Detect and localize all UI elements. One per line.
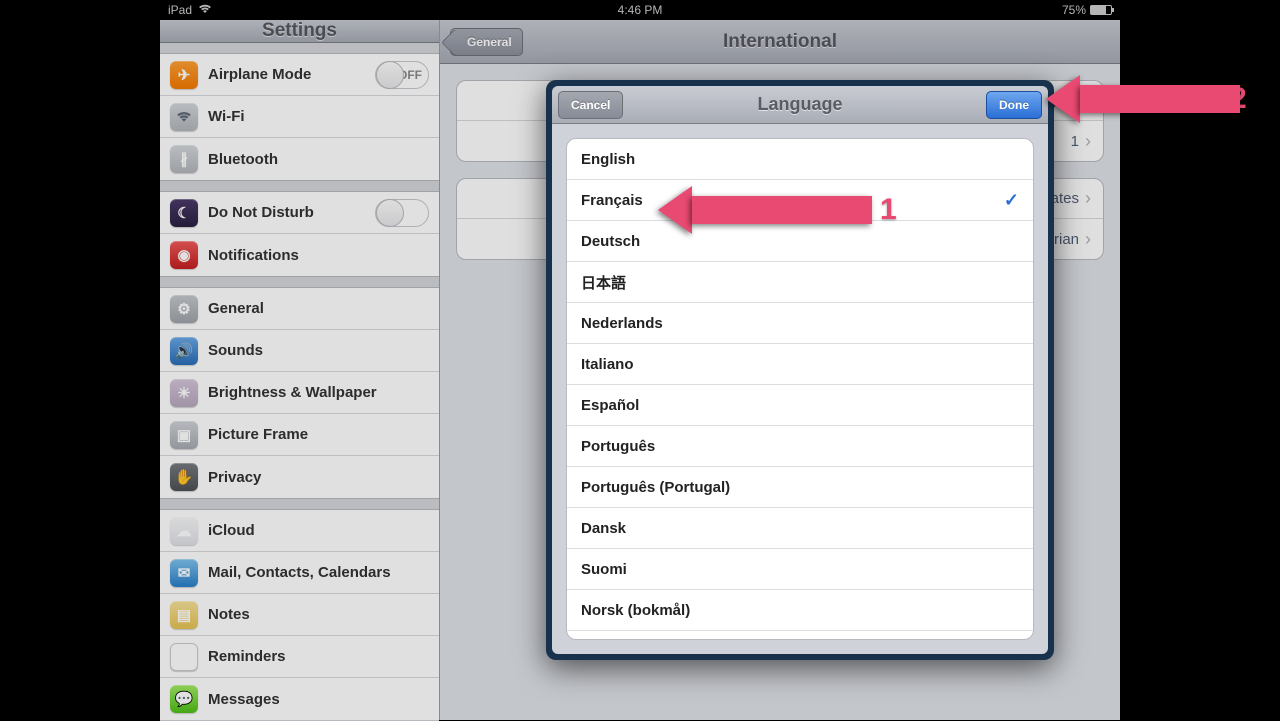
language-label: Français [581,192,643,209]
language-label: English [581,151,635,168]
dnd-toggle[interactable] [375,199,429,227]
notes-icon: ▤ [170,601,198,629]
bluetooth-icon: ∦ [170,145,198,173]
back-button[interactable]: General [450,28,523,56]
language-label: 日本語 [581,272,626,293]
language-option[interactable]: Português (Portugal) [567,467,1033,508]
language-label: Deutsch [581,233,640,250]
sidebar-item-messages[interactable]: 💬 Messages [160,678,439,720]
language-list[interactable]: English Français ✓ Deutsch 日本語 Nederlands Ital… [566,138,1034,640]
sidebar-item-airplane[interactable]: ✈ Airplane Mode OFF [160,54,439,96]
sidebar-navbar: Settings [160,20,439,43]
settings-sidebar: Settings ✈ Airplane Mode OFF Wi-Fi ∦ Blu… [160,20,440,720]
battery-icon [1090,5,1112,15]
sidebar-item-brightness[interactable]: ☀ Brightness & Wallpaper [160,372,439,414]
popover-body: English Français ✓ Deutsch 日本語 Nederlands Ital… [552,124,1048,654]
sidebar-item-label: General [208,300,429,317]
speaker-icon: 🔊 [170,337,198,365]
annotation-label: 2 [1230,82,1247,116]
sidebar-item-label: Brightness & Wallpaper [208,384,429,401]
chevron-right-icon: › [1085,229,1091,250]
language-option[interactable]: English [567,139,1033,180]
sidebar-item-general[interactable]: ⚙ General [160,288,439,330]
brightness-icon: ☀ [170,379,198,407]
reminders-icon: ☑ [170,643,198,671]
sidebar-item-label: Mail, Contacts, Calendars [208,564,429,581]
language-option[interactable]: Deutsch [567,221,1033,262]
popover-title: Language [757,94,842,115]
sidebar-item-icloud[interactable]: ☁ iCloud [160,510,439,552]
language-label: Italiano [581,356,634,373]
sidebar-item-label: Bluetooth [208,151,429,168]
language-label: Español [581,397,639,414]
wifi-settings-icon [170,103,198,131]
status-bar: iPad 4:46 PM 75% [160,0,1120,20]
ipad-screen: iPad 4:46 PM 75% Settings ✈ Airplane Mod… [160,0,1120,720]
wifi-icon [198,3,212,17]
airplane-toggle[interactable]: OFF [375,61,429,89]
sidebar-item-label: Wi-Fi [208,108,429,125]
sidebar-item-label: Picture Frame [208,426,429,443]
cloud-icon: ☁ [170,517,198,545]
sidebar-item-label: Airplane Mode [208,66,365,83]
sidebar-item-dnd[interactable]: ☾ Do Not Disturb [160,192,439,234]
language-label: Suomi [581,561,627,578]
sidebar-item-label: iCloud [208,522,429,539]
language-label: Português (Portugal) [581,479,730,496]
sidebar-item-notes[interactable]: ▤ Notes [160,594,439,636]
sidebar-item-label: Privacy [208,469,429,486]
sidebar-item-reminders[interactable]: ☑ Reminders [160,636,439,678]
sidebar-item-mail[interactable]: ✉ Mail, Contacts, Calendars [160,552,439,594]
clock: 4:46 PM [618,3,663,17]
airplane-icon: ✈ [170,61,198,89]
language-label: Dansk [581,520,626,537]
checkmark-icon: ✓ [1004,190,1019,211]
gear-icon: ⚙ [170,295,198,323]
sidebar-item-label: Notifications [208,247,429,264]
mail-icon: ✉ [170,559,198,587]
language-option[interactable]: Español [567,385,1033,426]
language-option[interactable]: Português [567,426,1033,467]
language-option[interactable]: Italiano [567,344,1033,385]
row-value: 1 [1071,133,1079,150]
language-label: Norsk (bokmål) [581,602,690,619]
moon-icon: ☾ [170,199,198,227]
language-label: Nederlands [581,315,663,332]
battery-pct: 75% [1062,3,1086,17]
detail-navbar: General International [440,20,1120,64]
detail-title: International [723,31,837,53]
done-button[interactable]: Done [986,91,1042,119]
cancel-button[interactable]: Cancel [558,91,623,119]
sidebar-item-label: Notes [208,606,429,623]
sidebar-item-label: Do Not Disturb [208,204,365,221]
chevron-right-icon: › [1085,188,1091,209]
sidebar-item-sounds[interactable]: 🔊 Sounds [160,330,439,372]
sidebar-item-label: Messages [208,691,429,708]
chevron-right-icon: › [1085,131,1091,152]
sidebar-item-label: Reminders [208,648,429,665]
sidebar-item-label: Sounds [208,342,429,359]
sidebar-item-bluetooth[interactable]: ∦ Bluetooth [160,138,439,180]
language-option[interactable]: Nederlands [567,303,1033,344]
picture-frame-icon: ▣ [170,421,198,449]
popover-navbar: Cancel Language Done [552,86,1048,124]
chevron-right-icon: › [1085,90,1091,111]
language-popover: Cancel Language Done English Français ✓ Deu… [546,80,1054,660]
device-label: iPad [168,3,192,17]
notifications-icon: ◉ [170,241,198,269]
hand-icon: ✋ [170,463,198,491]
language-option[interactable]: Norsk (bokmål) [567,590,1033,631]
language-label: Português [581,438,655,455]
sidebar-item-wifi[interactable]: Wi-Fi [160,96,439,138]
language-option[interactable]: Français ✓ [567,180,1033,221]
language-option[interactable]: Suomi [567,549,1033,590]
sidebar-item-picture-frame[interactable]: ▣ Picture Frame [160,414,439,456]
language-option[interactable]: 日本語 [567,262,1033,303]
sidebar-item-privacy[interactable]: ✋ Privacy [160,456,439,498]
messages-icon: 💬 [170,685,198,713]
language-option[interactable]: Dansk [567,508,1033,549]
sidebar-item-notifications[interactable]: ◉ Notifications [160,234,439,276]
sidebar-title: Settings [262,20,337,42]
